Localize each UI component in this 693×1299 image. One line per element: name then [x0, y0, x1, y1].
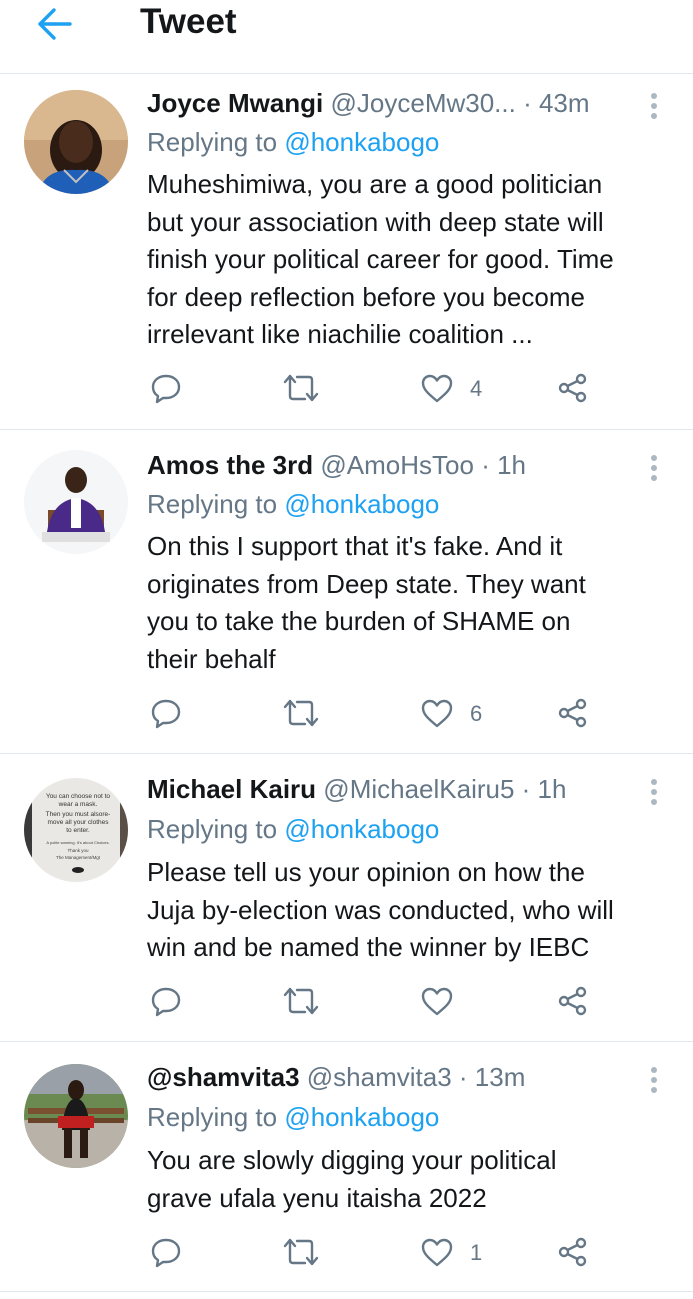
tweet-text: On this I support that it's fake. And it…	[147, 528, 677, 678]
tweet-text: You are slowly digging your political gr…	[147, 1142, 677, 1217]
author-name[interactable]: Amos the 3rd	[147, 450, 313, 480]
tweet-shamvita3[interactable]: @shamvita3 @shamvita3 · 13m Replying to …	[0, 1042, 693, 1292]
tweet-michael-kairu[interactable]: You can choose not to wear a mask. Then …	[0, 754, 693, 1042]
avatar-sign-text: The Management/Mgt	[56, 855, 101, 860]
share-icon[interactable]	[557, 372, 589, 408]
tweet-time: · 13m	[458, 1062, 526, 1092]
heart-icon[interactable]	[420, 373, 454, 409]
replying-to-label: Replying to	[147, 127, 278, 157]
retweet-icon[interactable]	[281, 1236, 321, 1272]
more-vertical-icon[interactable]	[646, 1064, 662, 1093]
replying-to-label: Replying to	[147, 489, 278, 519]
replying-to: Replying to @honkabogo	[147, 812, 439, 846]
tweet-text-line: originates from Deep state. They want	[147, 568, 586, 599]
tweet-text: Muheshimiwa, you are a good politician b…	[147, 166, 677, 354]
tweet-time: · 1h	[521, 774, 567, 804]
tweet-joyce-mwangi[interactable]: Joyce Mwangi @JoyceMw30... · 43m Replyin…	[0, 74, 693, 430]
more-vertical-icon[interactable]	[646, 90, 662, 119]
tweet-text-line: for deep reflection before you become	[147, 281, 585, 312]
share-icon[interactable]	[557, 985, 589, 1021]
tweet-text-line: You are slowly digging your political	[147, 1145, 557, 1175]
retweet-icon[interactable]	[281, 372, 321, 408]
back-arrow-icon[interactable]	[34, 6, 74, 42]
tweet-header: @shamvita3 @shamvita3 · 13m	[147, 1060, 525, 1094]
tweet-text: Please tell us your opinion on how the J…	[147, 854, 677, 967]
heart-icon[interactable]	[420, 986, 454, 1022]
reply-icon[interactable]	[150, 1236, 182, 1272]
tweet-amos-the-3rd[interactable]: Amos the 3rd @AmoHsToo · 1h Replying to …	[0, 430, 693, 754]
tweet-text-line: finish your political career for good. T…	[147, 244, 614, 274]
avatar[interactable]: You can choose not to wear a mask. Then …	[24, 778, 128, 882]
author-name[interactable]: @shamvita3	[147, 1062, 300, 1092]
more-vertical-icon[interactable]	[646, 452, 662, 481]
replying-to: Replying to @honkabogo	[147, 125, 439, 159]
avatar-sign-text: to enter.	[66, 827, 90, 834]
avatar[interactable]	[24, 450, 128, 554]
like-count: 6	[470, 701, 483, 726]
tweet-header: Joyce Mwangi @JoyceMw30... · 43m	[147, 86, 590, 120]
share-icon[interactable]	[557, 1236, 589, 1272]
replying-to-label: Replying to	[147, 814, 278, 844]
avatar-sign-text: A polite warning. It's about Choices.	[46, 840, 109, 845]
author-handle: @MichaelKairu5	[323, 774, 515, 804]
author-name[interactable]: Joyce Mwangi	[147, 88, 323, 118]
tweet-text-line: win and be named the winner by IEBC	[147, 932, 590, 962]
tweet-text-line: their behalf	[147, 643, 276, 674]
retweet-icon[interactable]	[281, 985, 321, 1021]
avatar-sign-text: Then you must alsore-	[46, 811, 111, 818]
heart-icon[interactable]	[420, 698, 454, 734]
like-count: 1	[470, 1240, 483, 1265]
page-title: Tweet	[140, 2, 237, 41]
retweet-icon[interactable]	[281, 697, 321, 733]
replying-to-mention[interactable]: @honkabogo	[284, 127, 439, 157]
avatar[interactable]	[24, 1064, 128, 1168]
tweet-text-line: you to take the burden of SHAME on	[147, 606, 571, 636]
replying-to-mention[interactable]: @honkabogo	[284, 1102, 439, 1132]
replying-to-label: Replying to	[147, 1102, 278, 1132]
tweet-text-line: On this I support that it's fake. And it	[147, 531, 563, 561]
reply-icon[interactable]	[150, 697, 182, 733]
tweet-text-line: Please tell us your opinion on how the	[147, 857, 585, 887]
author-handle: @JoyceMw30...	[330, 88, 516, 118]
avatar-sign-text: Thank you	[67, 848, 89, 853]
share-icon[interactable]	[557, 697, 589, 733]
tweet-time: · 43m	[523, 88, 590, 118]
avatar[interactable]	[24, 90, 128, 194]
tweet-text-line: irrelevant like niachilie coalition ...	[147, 319, 533, 349]
replying-to: Replying to @honkabogo	[147, 1100, 439, 1134]
avatar-sign-text: You can choose not to	[46, 793, 110, 800]
avatar-sign-text: move all your clothes	[47, 819, 109, 826]
author-name[interactable]: Michael Kairu	[147, 774, 316, 804]
top-bar: Tweet	[0, 0, 693, 74]
more-vertical-icon[interactable]	[646, 776, 662, 805]
tweet-text-line: Muheshimiwa, you are a good politician	[147, 169, 603, 199]
tweet-text-line: but your association with deep state wil…	[147, 206, 604, 237]
author-handle: @AmoHsToo	[320, 450, 474, 480]
tweet-header: Michael Kairu @MichaelKairu5 · 1h	[147, 772, 566, 806]
reply-icon[interactable]	[150, 372, 182, 408]
tweet-text-line: Juja by-election was conducted, who will	[147, 894, 614, 925]
tweet-text-line: grave ufala yenu itaisha 2022	[147, 1182, 487, 1213]
like-count: 4	[470, 376, 483, 401]
replying-to: Replying to @honkabogo	[147, 487, 439, 521]
replying-to-mention[interactable]: @honkabogo	[284, 814, 439, 844]
author-handle: @shamvita3	[306, 1062, 452, 1092]
replying-to-mention[interactable]: @honkabogo	[284, 489, 439, 519]
heart-icon[interactable]	[420, 1237, 454, 1273]
reply-icon[interactable]	[150, 985, 182, 1021]
tweet-header: Amos the 3rd @AmoHsToo · 1h	[147, 448, 526, 482]
avatar-sign-text: wear a mask.	[58, 801, 98, 808]
tweet-time: · 1h	[481, 450, 526, 480]
